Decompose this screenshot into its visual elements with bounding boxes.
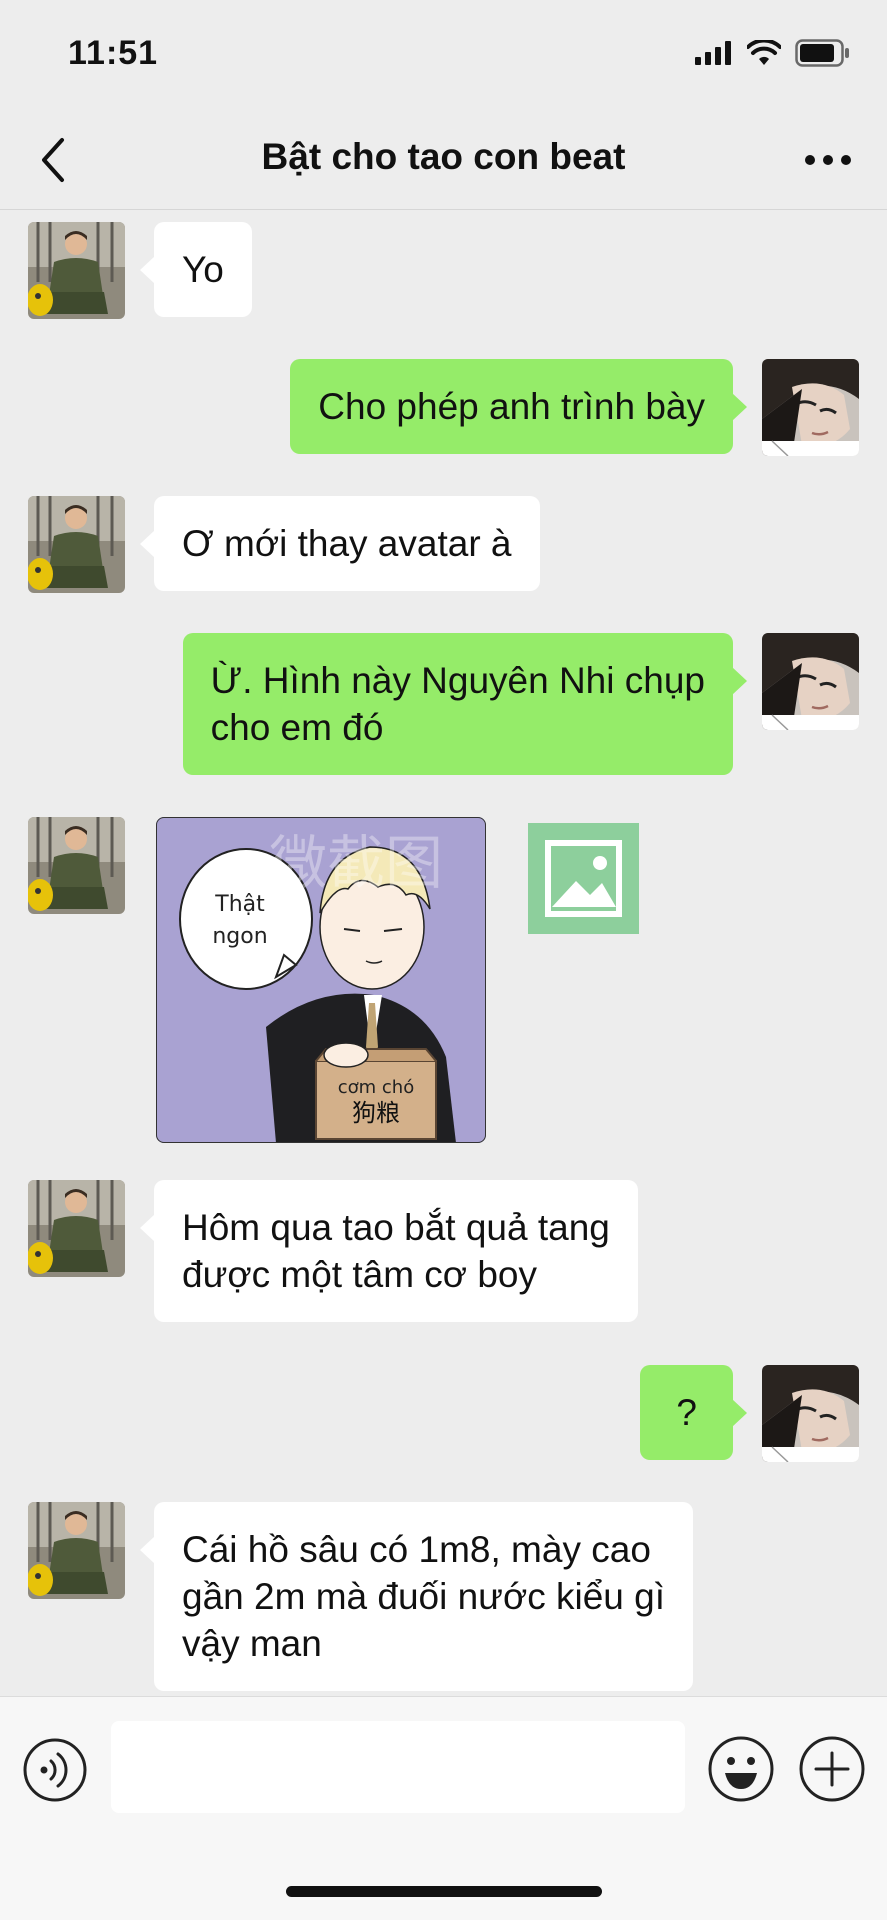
sticker-watermark: 微截图 (269, 829, 443, 897)
message-text-line: vậy man (182, 1623, 322, 1664)
message-text-line: Ừ. Hình này Nguyên Nhi chụp (210, 660, 705, 701)
message-bubble-outgoing[interactable]: Ừ. Hình này Nguyên Nhi chụp cho em đó (182, 633, 748, 775)
sticker-image[interactable]: Thật ngon cơm chó 狗粮 微截图 (156, 817, 486, 1143)
wifi-icon (747, 40, 781, 65)
signal-icon (695, 41, 731, 65)
message-bubble-incoming[interactable]: Ơ mới thay avatar à (140, 496, 540, 591)
avatar-friend[interactable] (28, 817, 125, 914)
message-text-line: Cái hồ sâu có 1m8, mày cao (182, 1529, 651, 1570)
avatar-friend[interactable] (28, 1180, 125, 1277)
message-text-line: cho em đó (210, 707, 384, 748)
avatar-friend[interactable] (28, 496, 125, 593)
message-bubble-outgoing[interactable]: Cho phép anh trình bày (290, 359, 747, 454)
message-bubble-incoming[interactable]: Yo (140, 222, 252, 317)
home-indicator[interactable] (286, 1886, 602, 1897)
status-icons (695, 38, 851, 68)
avatar-me[interactable] (762, 1365, 859, 1462)
message-text-line: được một tâm cơ boy (182, 1254, 538, 1295)
chat-area[interactable]: Yo Cho phép anh trình bày Ơ mới thay ava… (0, 211, 887, 1696)
voice-icon[interactable] (22, 1737, 88, 1803)
sticker-speech-line: ngon (212, 924, 267, 949)
more-dots-icon[interactable] (803, 152, 853, 168)
status-time: 11:51 (68, 34, 159, 72)
avatar-friend[interactable] (28, 1502, 125, 1599)
message-text: Yo (182, 249, 224, 290)
message-text: ? (676, 1392, 697, 1433)
message-text: Cho phép anh trình bày (318, 386, 705, 427)
message-text: Ơ mới thay avatar à (182, 523, 512, 564)
nav-bar: Bật cho tao con beat (0, 110, 887, 210)
avatar-friend[interactable] (28, 222, 125, 319)
message-bubble-incoming[interactable]: Hôm qua tao bắt quả tang được một tâm cơ… (140, 1180, 638, 1322)
image-placeholder-icon (528, 823, 639, 934)
battery-icon (795, 39, 849, 67)
plus-icon[interactable] (798, 1735, 866, 1803)
status-bar: 11:51 (0, 0, 887, 110)
emoji-icon[interactable] (707, 1735, 775, 1803)
message-bubble-incoming[interactable]: Cái hồ sâu có 1m8, mày cao gần 2m mà đuố… (139, 1502, 694, 1691)
sticker-bag-bottom: 狗粮 (352, 1099, 400, 1127)
avatar-me[interactable] (762, 633, 859, 730)
avatar-me[interactable] (762, 359, 859, 456)
message-text-line: Hôm qua tao bắt quả tang (182, 1207, 610, 1248)
chat-title: Bật cho tao con beat (261, 136, 626, 177)
sticker-speech-line: Thật (214, 892, 265, 917)
message-text-line: gần 2m mà đuối nước kiểu gì (182, 1576, 666, 1617)
sticker-bag-top: cơm chó (338, 1077, 414, 1098)
message-input[interactable] (111, 1721, 685, 1813)
message-bubble-outgoing[interactable]: ? (640, 1365, 747, 1460)
